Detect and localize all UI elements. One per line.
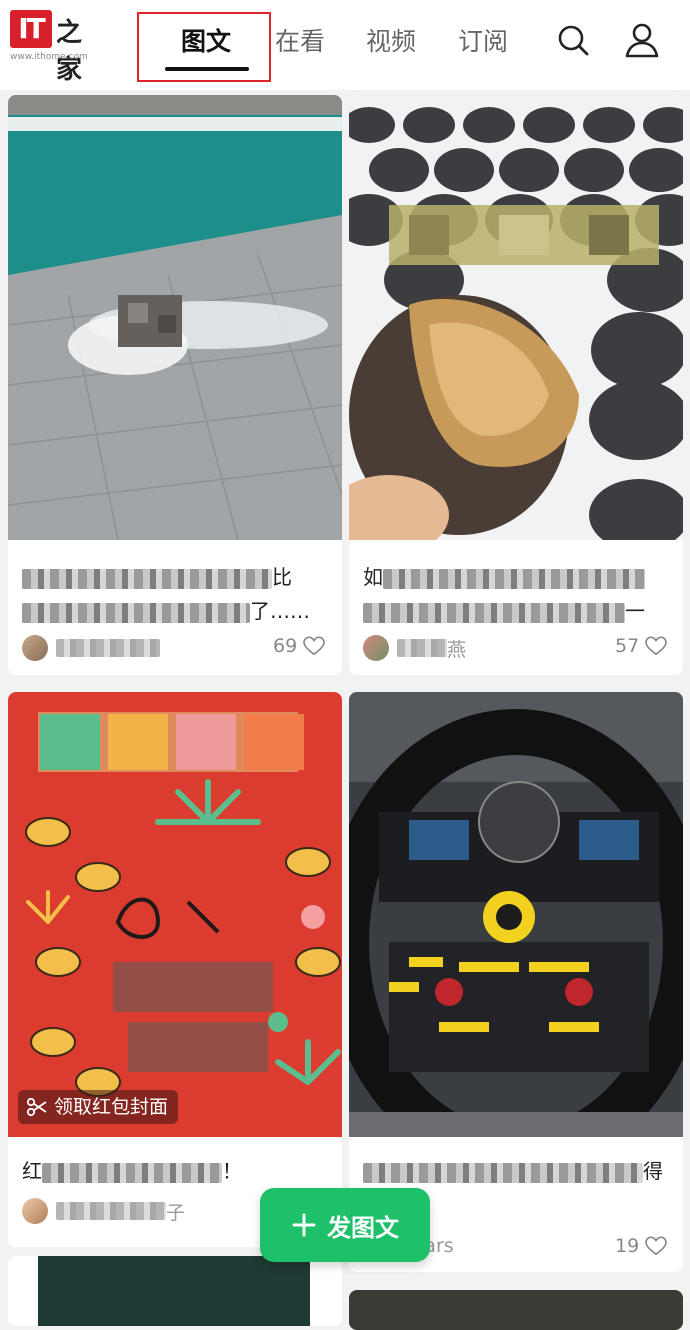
post-card[interactable] [349,1290,683,1330]
heart-icon [303,636,326,656]
post-image [349,692,683,1137]
like-count-value: 57 [615,635,640,657]
title-tail: ！ [222,1159,242,1183]
author-name [56,1202,166,1220]
post-image [8,95,342,540]
like-count-value: 19 [615,1235,640,1257]
tab-shipin[interactable]: 视频 [366,22,416,62]
like-count[interactable]: 57 [615,635,668,657]
post-card[interactable] [8,1256,342,1326]
blurred-text [22,602,250,623]
highlight-box [137,12,271,82]
heart-icon [645,636,668,656]
author-name [397,639,447,657]
post-card[interactable]: 比 了…… 69 [8,95,342,675]
search-icon[interactable] [553,20,593,60]
avatar[interactable] [363,635,389,661]
post-title-line: 了…… [22,595,310,623]
post-image [8,692,342,1137]
badge-label: 领取红包封面 [54,1096,169,1118]
logo-text: 之家 [56,18,83,85]
post-image [349,95,683,540]
title-tail: 比 [272,565,292,589]
blurred-text [383,568,645,589]
like-count-value: 69 [273,635,298,657]
logo-mark: IT [10,10,52,48]
author-name [56,639,160,657]
title-tail: 了…… [250,599,310,623]
avatar[interactable] [22,1198,48,1224]
blurred-text [363,602,625,623]
tab-dingyue[interactable]: 订阅 [458,22,508,62]
blurred-text [42,1162,222,1183]
post-card[interactable]: 得 nCars 19 [349,692,683,1272]
like-count[interactable]: 69 [273,635,326,657]
author-name-tail: 燕 [447,639,467,661]
new-post-label: 发图文 [327,1213,399,1242]
title-head: 红 [22,1159,42,1183]
top-bar: IT 之家 www.ithome.com 图文 在看 视频 订阅 [0,0,690,90]
author-name-tail: 子 [166,1202,186,1224]
red-envelope-badge[interactable]: 领取红包封面 [18,1090,179,1124]
post-title-line: 如 [363,561,645,589]
post-card[interactable]: 红！ 子 [8,692,342,1247]
user-icon[interactable] [622,20,662,60]
ithome-logo[interactable]: IT 之家 www.ithome.com [10,10,102,85]
post-card[interactable]: 如 一 燕 57 [349,95,683,675]
title-tail: 得 [643,1159,663,1183]
scissors-icon [26,1097,47,1117]
post-title-line: 一 [363,595,645,623]
heart-icon [645,1236,668,1256]
post-title-line: 红！ [22,1155,242,1183]
blurred-text [363,1162,643,1183]
post-title-line: 得 [363,1155,663,1183]
title-tail: 一 [625,599,645,623]
post-image [38,1256,310,1326]
new-post-button[interactable]: 发图文 [260,1188,430,1262]
title-head: 如 [363,565,383,589]
logo-url: www.ithome.com [10,52,88,62]
plus-icon [292,1213,316,1237]
like-count[interactable]: 19 [615,1235,668,1257]
post-image [349,1290,683,1330]
tab-zaikan[interactable]: 在看 [275,22,325,62]
blurred-text [22,568,272,589]
avatar[interactable] [22,635,48,661]
post-title-line: 比 [22,561,292,589]
